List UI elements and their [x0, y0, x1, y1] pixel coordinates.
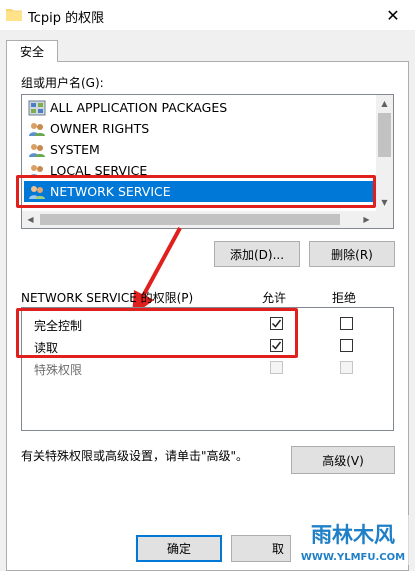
svg-text:WWW.YLMFU.COM: WWW.YLMFU.COM [301, 552, 405, 563]
folder-icon [6, 9, 22, 21]
annotation-highlight-permissions [16, 308, 298, 358]
scroll-up-icon[interactable]: ▲ [376, 95, 393, 112]
remove-button[interactable]: 删除(R) [309, 241, 395, 267]
list-item-label: ALL APPLICATION PACKAGES [50, 100, 228, 115]
group-list-label: 组或用户名(G): [21, 76, 104, 90]
allow-header: 允许 [262, 291, 287, 305]
close-button[interactable]: ✕ [371, 0, 415, 30]
permission-special-label: 特殊权限 [34, 363, 83, 377]
window-title: Tcpip 的权限 [28, 11, 105, 26]
permissions-label: NETWORK SERVICE 的权限(P) [21, 291, 194, 305]
users-icon [29, 122, 45, 136]
package-group-icon [28, 100, 46, 115]
read-deny-checkbox[interactable] [340, 339, 353, 352]
advanced-button[interactable]: 高级(V) [291, 446, 395, 474]
scroll-left-icon[interactable]: ◀ [22, 211, 39, 228]
scroll-right-icon[interactable]: ▶ [358, 211, 375, 228]
full-control-deny-checkbox[interactable] [340, 317, 353, 330]
advanced-note: 有关特殊权限或高级设置，请单击"高级"。 [21, 449, 249, 463]
tab-security[interactable]: 安全 [6, 40, 58, 62]
special-deny-checkbox [340, 361, 353, 374]
vertical-scrollbar[interactable]: ▲ ▼ [376, 95, 393, 211]
deny-header: 拒绝 [332, 291, 357, 305]
special-allow-checkbox [270, 361, 283, 374]
svg-text:雨林木风: 雨林木风 [311, 523, 395, 547]
horizontal-scroll-thumb[interactable] [40, 214, 340, 225]
vertical-scroll-thumb[interactable] [378, 113, 391, 157]
list-item-label: OWNER RIGHTS [50, 121, 150, 136]
users-icon [29, 143, 45, 157]
list-item[interactable]: OWNER RIGHTS [24, 118, 376, 139]
watermark-logo-icon: 雨林木风 WWW.YLMFU.COM [297, 515, 409, 565]
list-item-label: SYSTEM [50, 142, 100, 157]
annotation-highlight-selected [16, 175, 376, 208]
list-item[interactable]: SYSTEM [24, 139, 376, 160]
watermark-logo: 雨林木风 WWW.YLMFU.COM [297, 515, 409, 565]
list-item[interactable]: ALL APPLICATION PACKAGES [24, 97, 376, 118]
horizontal-scrollbar[interactable]: ◀ ▶ [22, 211, 393, 228]
add-button[interactable]: 添加(D)... [214, 241, 300, 267]
ok-button[interactable]: 确定 [136, 535, 222, 562]
group-user-list[interactable]: ALL APPLICATION PACKAGES OWNER RIGHTS SY… [21, 94, 394, 229]
cancel-button[interactable]: 取 [231, 535, 291, 562]
scroll-down-icon[interactable]: ▼ [376, 194, 393, 211]
